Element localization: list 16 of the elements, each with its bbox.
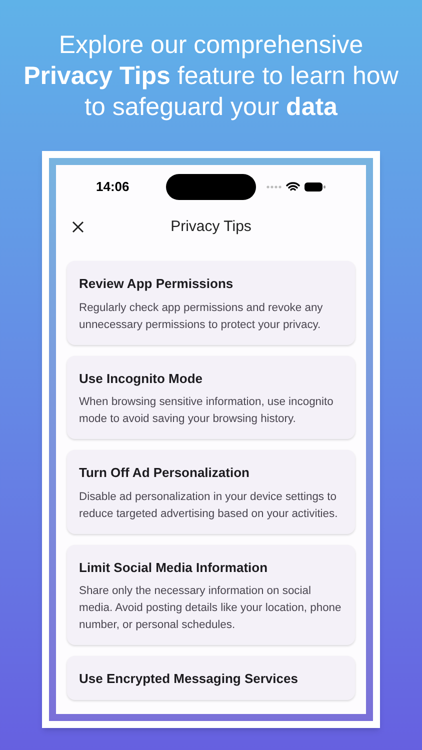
tip-description: Regularly check app permissions and revoke any unnecessary permissions to protect your privacy. <box>79 300 324 332</box>
tip-description: Disable ad personalization in your device settings to reduce targeted advertising based on your activities. <box>79 490 339 522</box>
tip-description: Share only the necessary information on social media. Avoid posting details like your location, phone number, or personal schedules. <box>79 584 342 633</box>
tip-title: Use Incognito Mode <box>79 370 204 388</box>
tip-title: Limit Social Media Information <box>79 558 269 576</box>
close-button[interactable] <box>70 219 86 235</box>
cellular-signal-icon <box>266 185 282 189</box>
wifi-icon <box>286 182 300 192</box>
tip-title: Turn Off Ad Personalization <box>79 464 250 482</box>
tip-title: Review App Permissions <box>79 275 234 293</box>
tip-title: Use Encrypted Messaging Services <box>79 670 299 688</box>
status-time: 14:06 <box>96 178 130 196</box>
nav-title: Privacy Tips <box>170 216 252 237</box>
headline: Explore our comprehensive Privacy Tips feature to learn how to safeguard your data <box>22 30 400 123</box>
battery-icon <box>304 182 326 192</box>
tip-description: When browsing sensitive information, use incognito mode to avoid saving your browsing history. <box>79 395 334 427</box>
